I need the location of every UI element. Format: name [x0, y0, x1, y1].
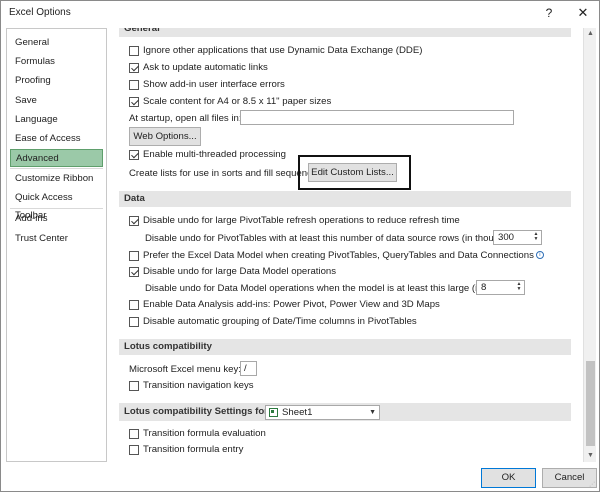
sidebar-item-add-ins[interactable]: Add-ins	[10, 210, 103, 228]
enable-addins-checkbox[interactable]	[129, 300, 139, 310]
chevron-down-icon[interactable]: ▼	[369, 406, 376, 419]
section-header-general: General	[119, 28, 571, 37]
help-icon[interactable]: ?	[541, 5, 557, 21]
ignore-dde-checkbox[interactable]	[129, 46, 139, 56]
disable-undo-model-checkbox[interactable]	[129, 267, 139, 277]
pivot-rows-label: Disable undo for PivotTables with at lea…	[145, 233, 526, 244]
sidebar-divider	[10, 208, 103, 209]
title-bar: Excel Options ? ✕	[1, 1, 599, 25]
sidebar-item-advanced[interactable]: Advanced	[10, 149, 103, 167]
show-addin-errors-checkbox[interactable]	[129, 80, 139, 90]
transition-nav-checkbox[interactable]	[129, 381, 139, 391]
scale-content-checkbox[interactable]	[129, 97, 139, 107]
menu-key-label: Microsoft Excel menu key:	[129, 364, 241, 375]
advanced-options-panel[interactable]: General Ignore other applications that u…	[115, 28, 583, 462]
sidebar-divider	[10, 168, 103, 169]
excel-options-dialog: Excel Options ? ✕ General Formulas Proof…	[0, 0, 600, 492]
section-header-data: Data	[119, 191, 571, 207]
close-icon[interactable]: ✕	[575, 5, 591, 21]
startup-folder-label: At startup, open all files in:	[129, 113, 242, 124]
ask-update-links-checkbox[interactable]	[129, 63, 139, 73]
sidebar-item-save[interactable]: Save	[10, 92, 103, 110]
resize-grip-icon[interactable]: ⋰	[589, 481, 598, 490]
vertical-scrollbar[interactable]: ▲ ▼	[583, 28, 596, 462]
options-sidebar: General Formulas Proofing Save Language …	[6, 28, 107, 462]
sidebar-item-language[interactable]: Language	[10, 111, 103, 129]
prefer-data-model-label: Prefer the Excel Data Model when creatin…	[143, 250, 534, 261]
sidebar-item-trust-center[interactable]: Trust Center	[10, 230, 103, 248]
disable-grouping-checkbox[interactable]	[129, 317, 139, 327]
scroll-up-icon[interactable]: ▲	[584, 28, 597, 40]
model-size-value: 8	[481, 282, 487, 293]
transition-formula-eval-checkbox[interactable]	[129, 429, 139, 439]
spinner-arrows-icon[interactable]: ▲ ▼	[515, 282, 523, 293]
model-size-label: Disable undo for Data Model operations w…	[145, 283, 506, 294]
pivot-rows-stepper[interactable]: 300 ▲ ▼	[493, 230, 542, 245]
sidebar-item-quick-access-toolbar[interactable]: Quick Access Toolbar	[10, 189, 103, 221]
sidebar-item-general[interactable]: General	[10, 34, 103, 52]
worksheet-icon	[269, 408, 278, 417]
sidebar-item-customize-ribbon[interactable]: Customize Ribbon	[10, 170, 103, 188]
sidebar-item-proofing[interactable]: Proofing	[10, 72, 103, 90]
dialog-title: Excel Options	[9, 7, 71, 18]
disable-undo-pivot-checkbox[interactable]	[129, 216, 139, 226]
menu-key-input[interactable]: /	[240, 361, 257, 376]
prefer-data-model-checkbox[interactable]	[129, 251, 139, 261]
sheet-dropdown[interactable]: Sheet1 ▼	[265, 405, 380, 420]
scroll-down-icon[interactable]: ▼	[584, 450, 597, 462]
transition-formula-entry-checkbox[interactable]	[129, 445, 139, 455]
startup-folder-input[interactable]	[240, 110, 514, 125]
info-icon[interactable]: i	[535, 251, 544, 260]
custom-lists-label: Create lists for use in sorts and fill s…	[129, 168, 325, 179]
model-size-stepper[interactable]: 8 ▲ ▼	[476, 280, 525, 295]
sidebar-item-ease-of-access[interactable]: Ease of Access	[10, 130, 103, 148]
spinner-arrows-icon[interactable]: ▲ ▼	[532, 232, 540, 243]
multithreaded-checkbox[interactable]	[129, 150, 139, 160]
web-options-button[interactable]: Web Options...	[129, 127, 201, 146]
ok-button[interactable]: OK	[481, 468, 536, 488]
scrollbar-thumb[interactable]	[586, 361, 595, 446]
annotation-highlight-box	[298, 155, 411, 190]
pivot-rows-value: 300	[498, 232, 515, 243]
sidebar-item-formulas[interactable]: Formulas	[10, 53, 103, 71]
section-header-lotus: Lotus compatibility	[119, 339, 571, 355]
